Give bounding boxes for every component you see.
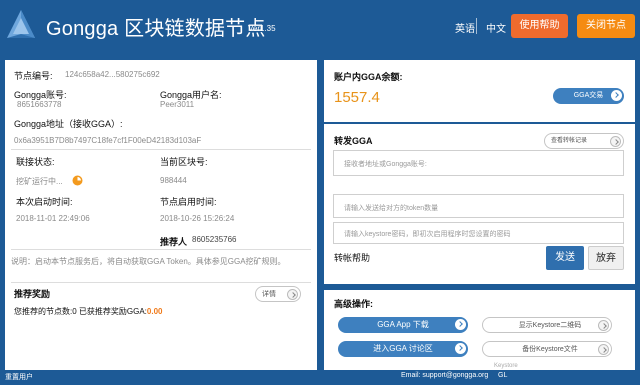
lang-chinese-link[interactable]: 中文 bbox=[486, 20, 506, 35]
chevron-right-icon bbox=[598, 344, 609, 355]
reward-title: 推荐奖励 bbox=[14, 289, 51, 299]
help-button[interactable]: 使用帮助 bbox=[511, 14, 568, 38]
account-value: 8651663778 bbox=[17, 100, 62, 109]
transfer-help-link[interactable]: 转帐帮助 bbox=[334, 251, 370, 264]
reward-detail-label: 详情 bbox=[262, 291, 276, 298]
footer-gl: GL bbox=[498, 372, 508, 379]
referrer-value: 8605235766 bbox=[192, 235, 237, 244]
start-time-value: 2018-11-01 22:49:06 bbox=[16, 214, 90, 223]
node-info-panel: 节点编号: 124c658a42...580275c692 Gongga账号: … bbox=[5, 60, 317, 370]
mining-spinner-icon bbox=[72, 175, 83, 186]
reward-stats: 您推荐的节点数:0 已获推荐奖励GGA: bbox=[14, 307, 147, 316]
amount-input[interactable]: 请输入发送给对方的token数量 bbox=[333, 194, 624, 218]
address-value: 0x6a3951B7D8b7497C18fe7cf1F00eD42183d103… bbox=[14, 136, 202, 145]
recipient-placeholder: 接收者地址或Gongga账号: bbox=[344, 161, 427, 168]
reset-user-link[interactable]: 重置用户 bbox=[5, 372, 33, 382]
amount-placeholder: 请输入发送给对方的token数量 bbox=[344, 205, 439, 212]
gga-trade-label: GGA交易 bbox=[573, 92, 604, 99]
gga-trade-button[interactable]: GGA交易 bbox=[553, 88, 624, 104]
app-download-label: GGA App 下载 bbox=[377, 320, 429, 329]
block-label: 当前区块号: bbox=[160, 157, 208, 167]
advanced-panel: 高级操作: GGA App 下载 显示Keystore二维码 进入GGA 讨论区… bbox=[324, 290, 635, 370]
forum-button[interactable]: 进入GGA 讨论区 bbox=[338, 341, 468, 357]
divider bbox=[11, 149, 311, 150]
backup-keystore-button[interactable]: 备份Keystore文件 bbox=[482, 341, 612, 357]
reward-text: 您推荐的节点数:0 已获推荐奖励GGA:0.00 bbox=[14, 306, 162, 317]
link-status-label: 联接状态: bbox=[16, 157, 55, 167]
transfer-records-label: 查看转帐记录 bbox=[551, 138, 588, 144]
username-value: Peer3011 bbox=[160, 100, 195, 109]
cancel-button[interactable]: 放弃 bbox=[588, 246, 624, 270]
transfer-title: 转发GGA bbox=[334, 136, 373, 146]
backup-keystore-label: 备份Keystore文件 bbox=[522, 346, 578, 353]
password-input[interactable]: 请输入keystore密码，即初次启用程序时您设置的密码 bbox=[333, 222, 624, 244]
divider bbox=[11, 249, 311, 250]
chevron-right-icon bbox=[455, 319, 466, 330]
enable-time-label: 节点启用时间: bbox=[160, 197, 217, 207]
balance-label: 账户内GGA余额: bbox=[334, 72, 403, 82]
start-time-label: 本次启动时间: bbox=[16, 197, 73, 207]
reward-detail-button[interactable]: 详情 bbox=[255, 286, 301, 302]
keystore-faint-label: Keystore bbox=[494, 363, 518, 369]
password-placeholder: 请输入keystore密码，即初次启用程序时您设置的密码 bbox=[344, 231, 511, 238]
balance-value: 1557.4 bbox=[334, 89, 380, 106]
send-button[interactable]: 发送 bbox=[546, 246, 584, 270]
chevron-right-icon bbox=[610, 136, 621, 147]
link-status-value: 挖矿运行中... bbox=[16, 177, 63, 186]
footer-bar: 重置用户 Email: support@gongga.org GL bbox=[0, 371, 640, 385]
app-download-button[interactable]: GGA App 下载 bbox=[338, 317, 468, 333]
lang-divider bbox=[476, 18, 477, 34]
app-title: Gongga 区块链数据节点 bbox=[46, 18, 266, 40]
referrer-label: 推荐人 bbox=[160, 237, 188, 247]
top-bar: Gongga 区块链数据节点 Ver1.35 英语 中文 使用帮助 关闭节点 bbox=[0, 0, 640, 52]
advanced-title: 高级操作: bbox=[334, 299, 373, 309]
recipient-input[interactable]: 接收者地址或Gongga账号: bbox=[333, 150, 624, 176]
chevron-right-icon bbox=[611, 90, 622, 101]
reward-amount: 0.00 bbox=[146, 307, 163, 316]
address-label: Gongga地址（接收GGA）: bbox=[14, 119, 123, 129]
lang-english-link[interactable]: 英语 bbox=[455, 20, 475, 35]
close-node-button[interactable]: 关闭节点 bbox=[577, 14, 635, 38]
chevron-right-icon bbox=[598, 320, 609, 331]
node-id-label: 节点编号: bbox=[14, 71, 53, 81]
balance-panel: 账户内GGA余额: 1557.4 GGA交易 bbox=[324, 60, 635, 122]
block-value: 988444 bbox=[160, 176, 187, 185]
divider bbox=[11, 282, 311, 283]
app-version: Ver1.35 bbox=[248, 24, 276, 33]
transfer-records-button[interactable]: 查看转帐记录 bbox=[544, 133, 624, 149]
support-email: Email: support@gongga.org bbox=[401, 372, 489, 379]
chevron-right-icon bbox=[455, 343, 466, 354]
node-note: 说明：启动本节点服务后，将自动获取GGA Token。具体参见GGA挖矿规则。 bbox=[11, 257, 286, 266]
forum-label: 进入GGA 讨论区 bbox=[373, 344, 433, 353]
gongga-logo-icon bbox=[7, 10, 35, 38]
show-qrcode-button[interactable]: 显示Keystore二维码 bbox=[482, 317, 612, 333]
chevron-right-icon bbox=[287, 289, 298, 300]
node-id-value: 124c658a42...580275c692 bbox=[65, 70, 160, 79]
enable-time-value: 2018-10-26 15:26:24 bbox=[160, 214, 235, 223]
show-qrcode-label: 显示Keystore二维码 bbox=[518, 322, 582, 329]
